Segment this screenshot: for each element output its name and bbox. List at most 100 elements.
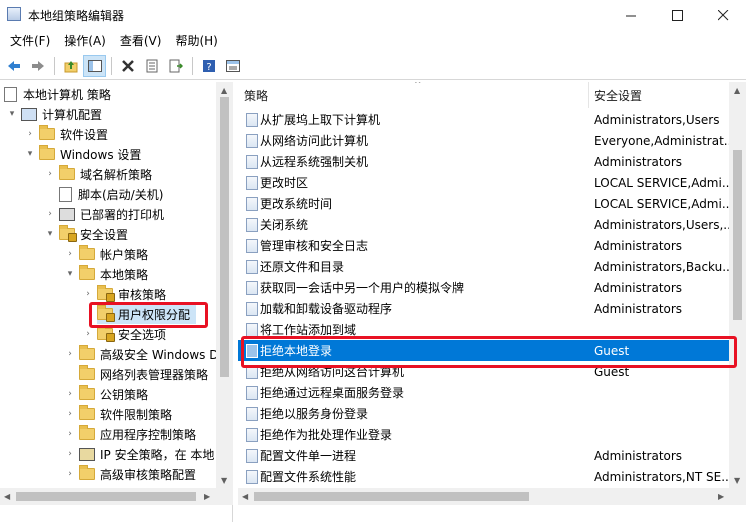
tree-item-user-rights-assignment[interactable]: 用户权限分配: [97, 304, 197, 324]
tree-item-scripts[interactable]: 脚本(启动/关机): [59, 184, 163, 204]
help-button[interactable]: ?: [197, 55, 220, 77]
policy-setting: Administrators,Users: [594, 112, 720, 127]
export-list-icon: [169, 59, 183, 73]
tree-item-windows-firewall[interactable]: › 高级安全 Windows D: [64, 344, 218, 364]
up-level-button[interactable]: [59, 55, 82, 77]
scroll-down-icon[interactable]: ▼: [221, 476, 227, 485]
tree-item-local-computer-policy[interactable]: 本地计算机 策略: [4, 84, 111, 104]
scroll-left-icon[interactable]: ◀: [242, 492, 248, 501]
scroll-down-icon[interactable]: ▼: [734, 476, 740, 485]
tree-item-public-key-policies[interactable]: › 公钥策略: [64, 384, 148, 404]
policy-row[interactable]: 配置文件单一进程 Administrators: [238, 445, 732, 466]
policy-name: 加载和卸载设备驱动程序: [260, 302, 393, 316]
policy-setting: Administrators,Users,...: [594, 217, 732, 232]
tree-item-name-resolution-policy[interactable]: › 域名解析策略: [44, 164, 152, 184]
tree-item-audit-policy[interactable]: › 审核策略: [82, 284, 166, 304]
folder-icon: [79, 265, 95, 280]
tree-hscroll-thumb[interactable]: [16, 492, 196, 501]
menu-file[interactable]: 文件(F): [3, 30, 57, 52]
tree-item-local-policies[interactable]: ▾ 本地策略: [64, 264, 148, 284]
tree-item-advanced-audit[interactable]: › 高级审核策略配置: [64, 464, 196, 484]
tree-item-label: 帐户策略: [100, 247, 149, 262]
chevron-down-icon[interactable]: ▾: [64, 269, 76, 279]
delete-button[interactable]: [116, 55, 139, 77]
policy-row[interactable]: 从扩展坞上取下计算机 Administrators,Users: [238, 109, 732, 130]
security-icon: [59, 225, 77, 242]
chevron-right-icon[interactable]: ›: [44, 209, 56, 219]
policy-row[interactable]: 从远程系统强制关机 Administrators: [238, 151, 732, 172]
chevron-right-icon[interactable]: ›: [64, 249, 76, 259]
menu-view[interactable]: 查看(V): [113, 30, 169, 52]
chevron-right-icon[interactable]: ›: [64, 349, 76, 359]
toolbar-separator: [54, 57, 55, 75]
minimize-button[interactable]: [608, 0, 654, 30]
export-list-button[interactable]: [164, 55, 187, 77]
chevron-right-icon[interactable]: ›: [82, 289, 94, 299]
policy-row[interactable]: 拒绝从网络访问这台计算机 Guest: [238, 361, 732, 382]
policy-row[interactable]: 拒绝通过远程桌面服务登录: [238, 382, 732, 403]
policy-setting: Administrators,NT SE...: [594, 469, 732, 484]
tree-item-security-options[interactable]: › 安全选项: [82, 324, 166, 344]
tree-item-account-policies[interactable]: › 帐户策略: [64, 244, 148, 264]
scroll-left-icon[interactable]: ◀: [4, 492, 10, 501]
column-header-security-setting[interactable]: 安全设置: [594, 82, 732, 108]
policy-row[interactable]: 拒绝本地登录 Guest: [238, 340, 732, 361]
scroll-right-icon[interactable]: ▶: [204, 492, 210, 501]
tree-item-software-restriction[interactable]: › 软件限制策略: [64, 404, 172, 424]
column-header-policy[interactable]: 策略 ^: [244, 82, 588, 108]
policy-row[interactable]: 将工作站添加到域: [238, 319, 732, 340]
scroll-up-icon[interactable]: ▲: [221, 86, 227, 95]
scroll-up-icon[interactable]: ▲: [734, 86, 740, 95]
folder-lock-icon: [97, 305, 115, 322]
column-divider[interactable]: [588, 82, 589, 108]
properties-icon: [146, 59, 157, 73]
view-button[interactable]: [221, 55, 244, 77]
tree-item-ip-security[interactable]: › IP 安全策略，在 本地: [64, 444, 214, 464]
back-button[interactable]: [2, 55, 25, 77]
chevron-down-icon[interactable]: ▾: [24, 149, 36, 159]
tree-item-windows-settings[interactable]: ▾ Windows 设置: [24, 144, 141, 164]
tree-item-computer-config[interactable]: ▾ 计算机配置: [6, 104, 102, 124]
list-scroll-thumb[interactable]: [733, 150, 742, 320]
chevron-right-icon[interactable]: ›: [82, 329, 94, 339]
tree-item-security-settings[interactable]: ▾ 安全设置: [44, 224, 128, 244]
chevron-down-icon[interactable]: ▾: [6, 109, 18, 119]
close-button[interactable]: [700, 0, 746, 30]
tree-item-software-settings[interactable]: › 软件设置: [24, 124, 108, 144]
policy-row[interactable]: 配置文件系统性能 Administrators,NT SE...: [238, 466, 732, 487]
chevron-right-icon[interactable]: ›: [64, 469, 76, 479]
policy-row[interactable]: 加载和卸载设备驱动程序 Administrators: [238, 298, 732, 319]
menu-action[interactable]: 操作(A): [57, 30, 113, 52]
chevron-right-icon[interactable]: ›: [44, 169, 56, 179]
chevron-right-icon[interactable]: ›: [64, 389, 76, 399]
maximize-button[interactable]: [654, 0, 700, 30]
chevron-right-icon[interactable]: ›: [64, 449, 76, 459]
policy-row[interactable]: 还原文件和目录 Administrators,Backu...: [238, 256, 732, 277]
tree-item-app-control[interactable]: › 应用程序控制策略: [64, 424, 196, 444]
policy-row[interactable]: 拒绝以服务身份登录: [238, 403, 732, 424]
forward-button[interactable]: [26, 55, 49, 77]
policy-row[interactable]: 关闭系统 Administrators,Users,...: [238, 214, 732, 235]
policy-row[interactable]: 更改时区 LOCAL SERVICE,Admi...: [238, 172, 732, 193]
delete-icon: [121, 60, 134, 72]
tree-item-deployed-printers[interactable]: › 已部署的打印机: [44, 204, 164, 224]
policy-icon: [246, 323, 258, 337]
policy-row[interactable]: 从网络访问此计算机 Everyone,Administrat...: [238, 130, 732, 151]
menu-help[interactable]: 帮助(H): [168, 30, 224, 52]
tree-item-network-list-manager[interactable]: 网络列表管理器策略: [79, 364, 208, 384]
policy-row[interactable]: 更改系统时间 LOCAL SERVICE,Admi...: [238, 193, 732, 214]
tree-item-label: 审核策略: [118, 287, 167, 302]
chevron-down-icon[interactable]: ▾: [44, 229, 56, 239]
policy-row[interactable]: 管理审核和安全日志 Administrators: [238, 235, 732, 256]
tree-scroll-thumb[interactable]: [220, 97, 229, 377]
list-hscroll-thumb[interactable]: [254, 492, 529, 501]
svg-text:?: ?: [206, 62, 211, 73]
chevron-right-icon[interactable]: ›: [64, 409, 76, 419]
chevron-right-icon[interactable]: ›: [24, 129, 36, 139]
policy-row[interactable]: 获取同一会话中另一个用户的模拟令牌 Administrators: [238, 277, 732, 298]
scroll-right-icon[interactable]: ▶: [718, 492, 724, 501]
properties-button[interactable]: [140, 55, 163, 77]
show-hide-tree-button[interactable]: [83, 55, 106, 77]
policy-row[interactable]: 拒绝作为批处理作业登录: [238, 424, 732, 445]
chevron-right-icon[interactable]: ›: [64, 429, 76, 439]
